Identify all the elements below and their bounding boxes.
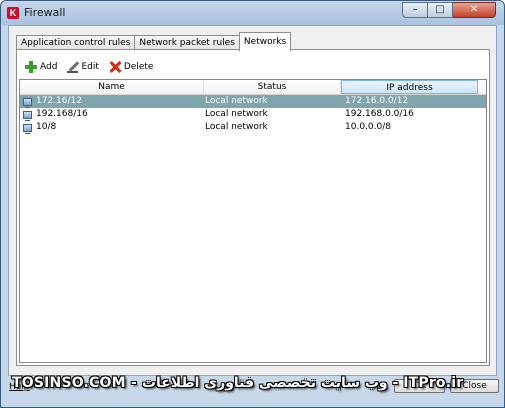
cell-status: Local network	[205, 122, 268, 132]
cell-ip: 172.16.0.0/12	[345, 96, 409, 106]
network-name: 192.168/16	[36, 109, 88, 119]
dialog-client-area: Application control rules Network packet…	[8, 25, 497, 376]
table-row[interactable]: 172.16/12 Local network 172.16.0.0/12	[20, 95, 486, 108]
network-name: 10/8	[36, 122, 57, 132]
list-header: Name Status IP address	[20, 80, 486, 95]
column-header-status[interactable]: Status	[204, 80, 341, 94]
cell-name: 192.168/16	[20, 108, 204, 121]
minimize-button[interactable]: –	[402, 2, 428, 18]
network-icon	[23, 110, 32, 121]
delete-x-icon	[109, 61, 121, 73]
column-header-ip-address[interactable]: IP address	[341, 80, 478, 94]
add-button[interactable]: Add	[25, 61, 57, 73]
app-logo-icon: K	[7, 7, 19, 19]
table-row[interactable]: 192.168/16 Local network 192.168.0.0/16	[20, 108, 486, 121]
window-title: Firewall	[24, 6, 66, 19]
table-row[interactable]: 10/8 Local network 10.0.0.0/8	[20, 121, 486, 134]
tab-networks[interactable]: Networks	[238, 32, 292, 51]
cell-name: 10/8	[20, 121, 204, 134]
pencil-icon	[67, 61, 79, 73]
plus-icon	[25, 61, 37, 73]
cell-ip: 192.168.0.0/16	[345, 109, 414, 119]
network-name: 172.16/12	[36, 96, 82, 106]
watermark-text: TOSINSO.COM - وب سایت تخصصی فناوری اطلاع…	[12, 375, 464, 391]
edit-label: Edit	[81, 62, 99, 72]
firewall-window: K Firewall – □ ✕ Application control rul…	[0, 0, 505, 408]
title-bar[interactable]: K Firewall – □ ✕	[1, 1, 504, 25]
networks-tab-panel: Add Edit Delete Name Status IP address 1…	[16, 49, 490, 366]
delete-label: Delete	[123, 62, 154, 72]
delete-button[interactable]: Delete	[109, 61, 154, 73]
column-header-name[interactable]: Name	[20, 80, 204, 94]
cell-status: Local network	[205, 96, 268, 106]
cell-status: Local network	[205, 109, 268, 119]
edit-button[interactable]: Edit	[67, 61, 99, 73]
tab-strip: Application control rules Network packet…	[16, 32, 292, 51]
networks-list[interactable]: Name Status IP address 172.16/12 Local n…	[19, 79, 487, 363]
network-icon	[23, 123, 32, 134]
cell-ip: 10.0.0.0/8	[345, 122, 391, 132]
network-icon	[23, 97, 32, 108]
toolbar: Add Edit Delete	[25, 58, 163, 76]
add-label: Add	[40, 62, 58, 72]
window-controls: – □ ✕	[402, 2, 496, 19]
maximize-button[interactable]: □	[428, 2, 453, 18]
close-window-button[interactable]: ✕	[453, 2, 496, 18]
cell-name: 172.16/12	[20, 95, 204, 108]
